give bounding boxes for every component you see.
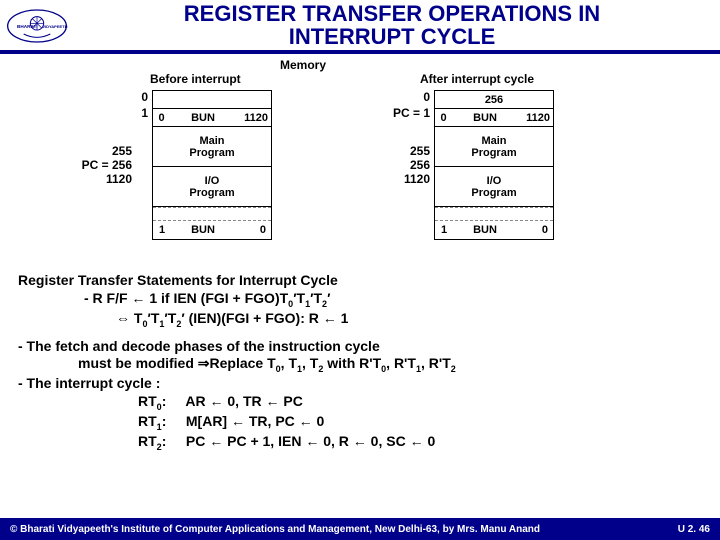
after-row-0: 256 (435, 91, 553, 109)
before-addr-1120: 1120 (72, 172, 132, 186)
body-line-4: must be modified ⇒Replace T0, T1, T2 wit… (18, 355, 702, 375)
after-addr-256: 256 (370, 158, 430, 172)
after-pc-label: PC = 1 (370, 106, 430, 120)
before-last-row: 1 BUN 0 (153, 221, 271, 239)
before-pc-label: PC = 256 (72, 158, 132, 172)
body-text: Register Transfer Statements for Interru… (0, 268, 720, 453)
before-memory-block: 0 BUN 1120 Main Program I/O Program 1 BU… (152, 90, 272, 240)
before-label: Before interrupt (150, 72, 241, 86)
after-memory-block: 256 0 BUN 1120 Main Program I/O Program … (434, 90, 554, 240)
rt1-line: RT1: M[AR] ← TR, PC ← 0 (18, 413, 702, 433)
slide-title: REGISTER TRANSFER OPERATIONS IN INTERRUP… (72, 2, 712, 50)
rts-line-2: ⇔ T0′T1′T2′ (IEN)(FGI + FGO): R ← 1 (18, 310, 702, 330)
rt2-line: RT2: PC ← PC + 1, IEN ← 0, R ← 0, SC ← 0 (18, 433, 702, 453)
before-addr-255: 255 (72, 144, 132, 158)
rt0-line: RT0: AR ← 0, TR ← PC (18, 393, 702, 413)
title-line-1: REGISTER TRANSFER OPERATIONS IN (184, 1, 600, 26)
after-label: After interrupt cycle (420, 72, 534, 86)
footer-page: U 2. 46 (678, 524, 710, 535)
rts-heading: Register Transfer Statements for Interru… (18, 272, 702, 290)
institution-logo: BHARATI VIDYAPEETH (2, 5, 72, 47)
before-row-1: 0 BUN 1120 (153, 109, 271, 127)
after-main-program: Main Program (435, 127, 553, 167)
rts-line-1: - R F/F ← 1 if IEN (FGI + FGO)T0′T1′T2′ (18, 290, 702, 310)
body-line-3: - The fetch and decode phases of the ins… (18, 338, 702, 356)
footer-bar: © Bharati Vidyapeeth's Institute of Comp… (0, 518, 720, 540)
footer-copyright: © Bharati Vidyapeeth's Institute of Comp… (10, 524, 540, 535)
after-addr-1120: 1120 (370, 172, 430, 186)
before-addr-1: 1 (88, 106, 148, 120)
after-io-program: I/O Program (435, 167, 553, 207)
before-gap (153, 207, 271, 221)
before-main-program: Main Program (153, 127, 271, 167)
memory-label: Memory (280, 58, 326, 72)
title-line-2: INTERRUPT CYCLE (289, 24, 496, 49)
after-addr-255: 255 (370, 144, 430, 158)
before-row-0 (153, 91, 271, 109)
header-bar: BHARATI VIDYAPEETH REGISTER TRANSFER OPE… (0, 0, 720, 54)
svg-text:BHARATI: BHARATI (17, 24, 38, 29)
after-addr-0: 0 (370, 90, 430, 104)
after-row-1: 0 BUN 1120 (435, 109, 553, 127)
after-gap (435, 207, 553, 221)
body-line-5: - The interrupt cycle : (18, 375, 702, 393)
memory-diagram: Memory Before interrupt After interrupt … (0, 58, 720, 268)
svg-text:VIDYAPEETH: VIDYAPEETH (42, 24, 67, 29)
before-addr-0: 0 (88, 90, 148, 104)
after-last-row: 1 BUN 0 (435, 221, 553, 239)
before-io-program: I/O Program (153, 167, 271, 207)
